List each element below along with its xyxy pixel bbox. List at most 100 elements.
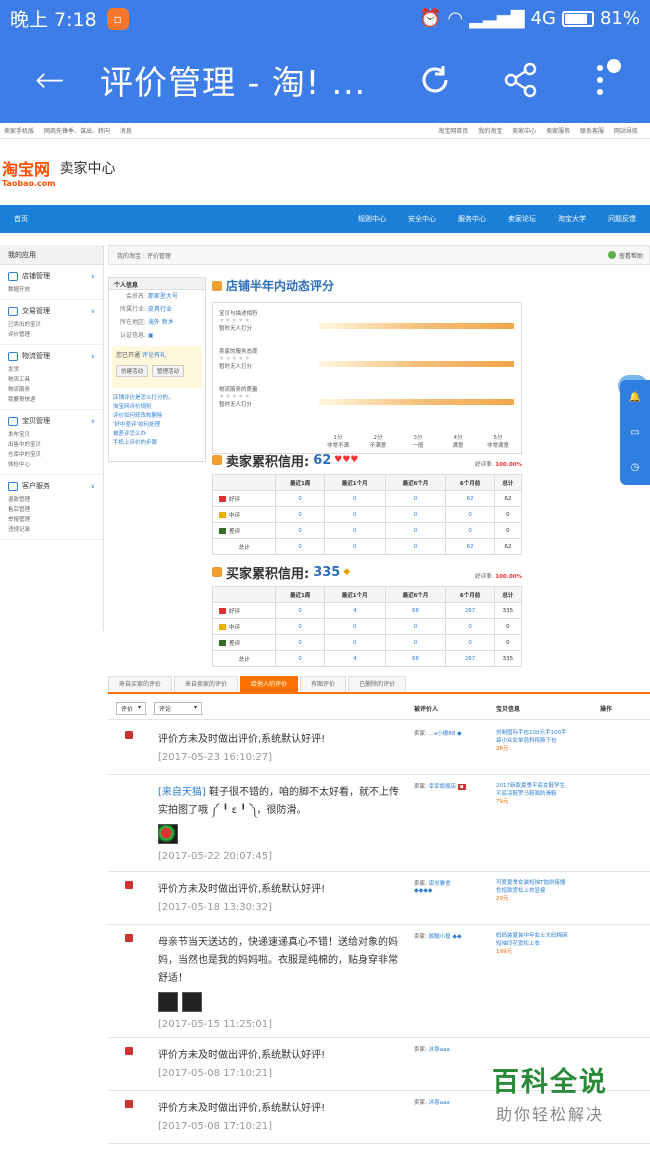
info-value[interactable]: 那家里大号: [148, 293, 178, 300]
top-link[interactable]: 卖家服务: [546, 128, 570, 135]
table-cell[interactable]: 0: [275, 490, 325, 507]
help-link-item[interactable]: 评价如何修改和删除: [113, 412, 201, 421]
goods-title[interactable]: 可爱夏季女装短袖T恤拼接撞色短款宽松上衣显瘦: [496, 879, 568, 895]
create-activity-button[interactable]: 创建活动: [116, 365, 149, 377]
sidebar-link[interactable]: 已卖出的宝贝: [8, 320, 55, 330]
tab-from-sellers[interactable]: 来自卖家的评价: [174, 676, 239, 692]
table-cell[interactable]: 0: [275, 522, 325, 539]
goods-title[interactable]: 2017新款夏季平底女鞋学生平底凉鞋罗马鞋面防滑鞋: [496, 782, 568, 798]
table-cell[interactable]: 0: [275, 602, 325, 619]
nav-item[interactable]: 规则中心: [358, 214, 386, 224]
group-title[interactable]: 物流管理: [22, 351, 50, 361]
group-title[interactable]: 交易管理: [22, 306, 50, 316]
table-cell[interactable]: 0: [275, 650, 325, 667]
sidebar-link[interactable]: 数据开放: [8, 285, 55, 295]
table-cell[interactable]: 0: [323, 506, 386, 523]
table-cell[interactable]: 4: [323, 650, 386, 667]
table-cell[interactable]: 0: [445, 522, 495, 539]
table-cell[interactable]: 267: [445, 650, 495, 667]
chevron-down-icon[interactable]: ∨: [91, 418, 95, 425]
table-cell[interactable]: 4: [323, 602, 386, 619]
top-link[interactable]: 我的淘宝: [478, 128, 502, 135]
table-cell[interactable]: 0: [275, 506, 325, 523]
info-value[interactable]: 皮具行业: [148, 306, 172, 313]
chevron-down-icon[interactable]: ∨: [91, 308, 95, 315]
table-cell[interactable]: 62: [445, 538, 495, 555]
sidebar-link[interactable]: 违规记录: [8, 525, 55, 535]
sidebar-link[interactable]: 退款管理: [8, 495, 55, 505]
table-cell[interactable]: 0: [384, 538, 447, 555]
sidebar-link[interactable]: 发货: [8, 365, 55, 375]
group-title[interactable]: 店铺管理: [22, 271, 50, 281]
chat-icon[interactable]: ▭: [630, 427, 639, 438]
bell-icon[interactable]: 🔔: [629, 392, 641, 403]
tab-to-others[interactable]: 给他人的评价: [240, 676, 299, 692]
sidebar-link[interactable]: 售后管理: [8, 505, 55, 515]
table-cell[interactable]: 0: [275, 618, 325, 635]
sidebar-link[interactable]: 体检中心: [8, 460, 55, 470]
review-photo[interactable]: [182, 992, 202, 1012]
help-link-item[interactable]: 店铺评价是怎么打分的。: [113, 394, 201, 403]
top-link[interactable]: 卖家手机版: [4, 128, 34, 135]
chevron-down-icon[interactable]: ∨: [91, 273, 95, 280]
buyer-name[interactable]: 贩酷小屋: [429, 934, 451, 940]
help-link-item[interactable]: 被差评怎么办: [113, 430, 201, 439]
table-cell[interactable]: 0: [384, 522, 447, 539]
buyer-name[interactable]: 沐恩aaa: [429, 1047, 450, 1053]
activity-link[interactable]: 评论有礼: [142, 352, 166, 359]
goods-title[interactable]: 妈妈装夏装中年女士大码棉麻短袖印花宽松上衣: [496, 932, 568, 948]
sidebar-link[interactable]: 仓库中的宝贝: [8, 450, 55, 460]
tab-with-images[interactable]: 有图评价: [300, 676, 347, 692]
table-cell[interactable]: 62: [445, 490, 495, 507]
table-cell[interactable]: 0: [445, 634, 495, 651]
buyer-name[interactable]: ...a小楼88: [429, 731, 456, 737]
sidebar-link[interactable]: 物流工具: [8, 375, 55, 385]
table-cell[interactable]: 68: [384, 650, 447, 667]
help-link-item[interactable]: 淘宝网评价规则: [113, 403, 201, 412]
sidebar-link[interactable]: 出售中的宝贝: [8, 440, 55, 450]
sidebar-link[interactable]: 物流服务: [8, 385, 55, 395]
table-cell[interactable]: 0: [384, 634, 447, 651]
top-link[interactable]: 联系客服: [580, 128, 604, 135]
refresh-icon[interactable]: [392, 61, 478, 99]
table-cell[interactable]: 0: [323, 522, 386, 539]
table-cell[interactable]: 0: [323, 634, 386, 651]
top-link[interactable]: 网站导航: [614, 128, 638, 135]
group-title[interactable]: 客户服务: [22, 481, 50, 491]
sidebar-link[interactable]: 我要寄快递: [8, 395, 55, 405]
top-link[interactable]: 网商先锋季、谋出、转向: [44, 128, 110, 135]
table-cell[interactable]: 0: [384, 506, 447, 523]
tab-from-buyers[interactable]: 来自买家的评价: [108, 676, 173, 692]
table-cell[interactable]: 68: [384, 602, 447, 619]
top-link[interactable]: 消息: [120, 128, 132, 135]
goods-title[interactable]: 创制国际手包100元手100手袋小众女单肩斜挎腋下包: [496, 729, 568, 745]
sidebar-link[interactable]: 发布宝贝: [8, 430, 55, 440]
more-menu-icon[interactable]: [564, 58, 650, 102]
group-title[interactable]: 宝贝管理: [22, 416, 50, 426]
table-cell[interactable]: 0: [323, 490, 386, 507]
table-cell[interactable]: 267: [445, 602, 495, 619]
content-select[interactable]: 评论 ▾: [154, 702, 202, 715]
table-cell[interactable]: 0: [275, 538, 325, 555]
table-cell[interactable]: 0: [384, 618, 447, 635]
table-cell[interactable]: 0: [323, 618, 386, 635]
review-photo[interactable]: [158, 992, 178, 1012]
buyer-name[interactable]: 沐恩aaa: [429, 1100, 450, 1106]
back-arrow-icon[interactable]: ←: [0, 60, 100, 101]
nav-item[interactable]: 安全中心: [408, 214, 436, 224]
buyer-name[interactable]: 幸幸旗舰店: [429, 784, 457, 790]
nav-home[interactable]: 首页: [14, 214, 28, 224]
table-cell[interactable]: 0: [323, 538, 386, 555]
chevron-down-icon[interactable]: ∨: [91, 353, 95, 360]
clock-icon[interactable]: ◷: [631, 462, 640, 473]
nav-item[interactable]: 服务中心: [458, 214, 486, 224]
top-link[interactable]: 卖家中心: [512, 128, 536, 135]
taobao-logo[interactable]: 淘宝网 Taobao.com: [2, 156, 56, 188]
share-icon[interactable]: [478, 61, 564, 99]
tab-deleted[interactable]: 已删除的评价: [348, 676, 407, 692]
chevron-down-icon[interactable]: ∨: [91, 483, 95, 490]
nav-item[interactable]: 卖家论坛: [508, 214, 536, 224]
review-photo[interactable]: [158, 824, 178, 844]
nav-item[interactable]: 淘宝大学: [558, 214, 586, 224]
top-link[interactable]: 淘宝网首页: [438, 128, 468, 135]
